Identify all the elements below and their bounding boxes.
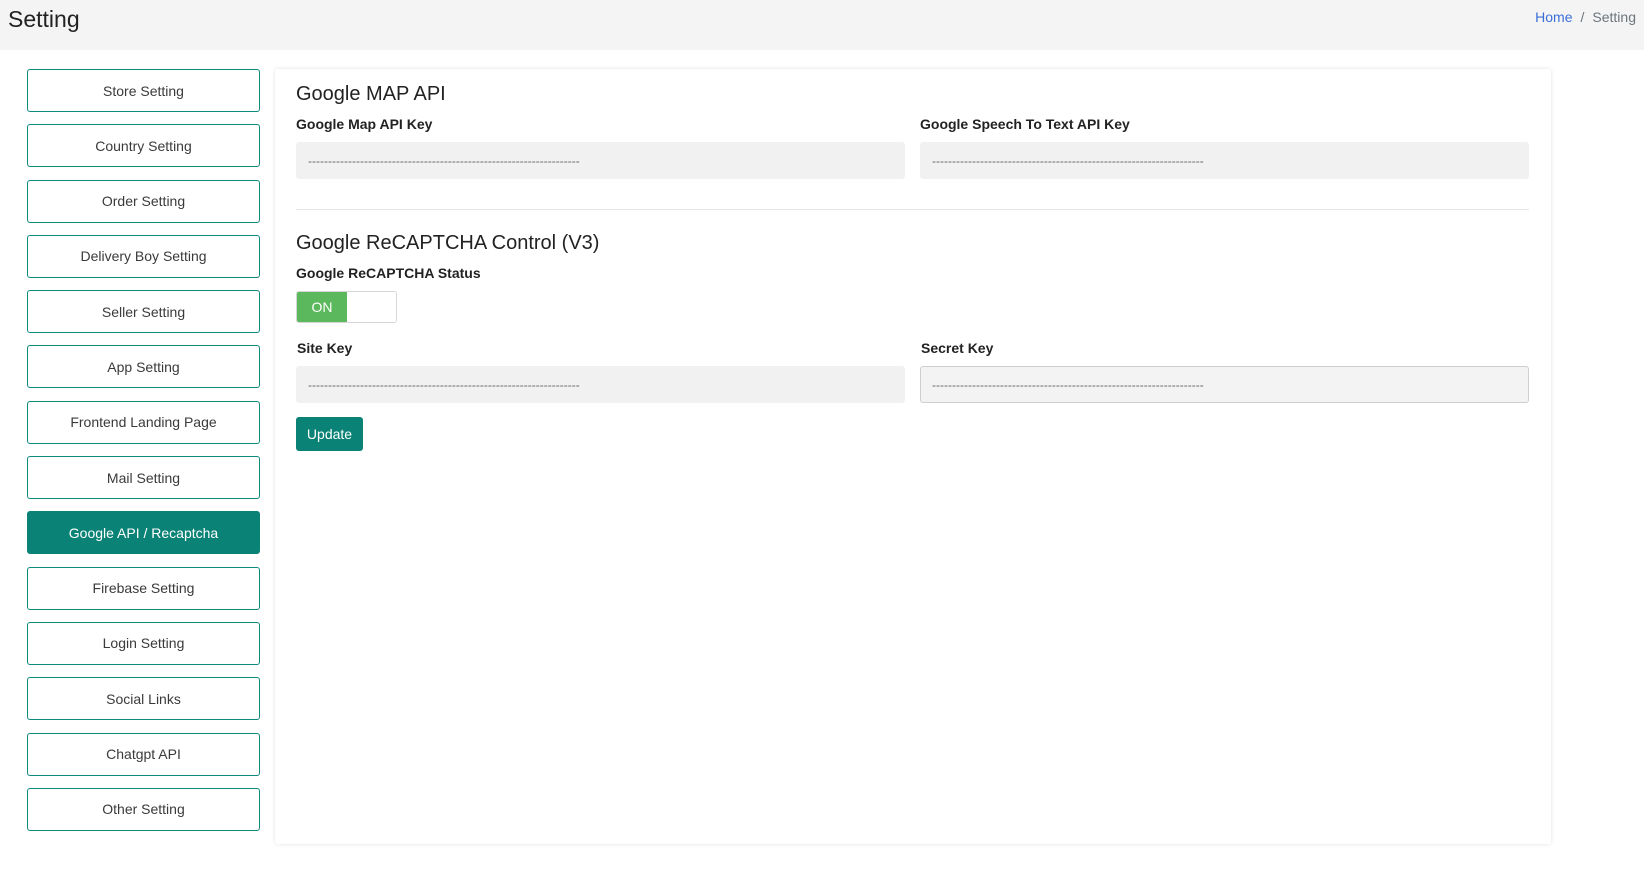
section-divider — [296, 209, 1529, 210]
sidebar-item-label: Social Links — [106, 690, 181, 707]
page-title: Setting — [8, 6, 80, 32]
sidebar-item-mail-setting[interactable]: Mail Setting — [27, 456, 260, 500]
sidebar-item-frontend-landing-page[interactable]: Frontend Landing Page — [27, 400, 260, 444]
settings-card: Google MAP API Google Map API Key Google… — [275, 69, 1551, 844]
sidebar-item-label: App Setting — [107, 358, 180, 375]
secret-key-label: Secret Key — [921, 340, 994, 356]
sidebar-item-store-setting[interactable]: Store Setting — [27, 69, 260, 112]
page-header: Setting Home / Setting — [0, 0, 1644, 50]
toggle-on-label: ON — [297, 292, 347, 322]
breadcrumb: Home / Setting — [1535, 9, 1636, 25]
site-key-input[interactable] — [296, 366, 905, 403]
settings-sidebar: Store Setting Country Setting Order Sett… — [27, 69, 260, 843]
breadcrumb-home-link[interactable]: Home — [1535, 9, 1572, 25]
map-key-label: Google Map API Key — [296, 116, 433, 132]
sidebar-item-label: Other Setting — [102, 801, 185, 818]
sidebar-item-label: Google API / Recaptcha — [68, 524, 219, 541]
sidebar-item-label: Country Setting — [95, 137, 192, 154]
sidebar-item-chatgpt-api[interactable]: Chatgpt API — [27, 732, 260, 776]
sidebar-item-delivery-boy-setting[interactable]: Delivery Boy Setting — [27, 234, 260, 278]
sidebar-item-label: Chatgpt API — [106, 746, 181, 763]
recaptcha-status-toggle[interactable]: ON — [296, 291, 397, 323]
sidebar-item-order-setting[interactable]: Order Setting — [27, 179, 260, 223]
secret-key-input[interactable] — [920, 366, 1529, 403]
toggle-knob — [347, 292, 396, 322]
breadcrumb-separator: / — [1580, 9, 1585, 25]
sidebar-item-social-links[interactable]: Social Links — [27, 677, 260, 721]
sidebar-item-login-setting[interactable]: Login Setting — [27, 621, 260, 665]
update-button[interactable]: Update — [296, 417, 363, 451]
sidebar-item-label: Login Setting — [102, 635, 185, 652]
sidebar-item-country-setting[interactable]: Country Setting — [27, 124, 260, 168]
speech-key-input[interactable] — [920, 142, 1529, 179]
sidebar-item-label: Frontend Landing Page — [70, 414, 217, 431]
sidebar-item-label: Store Setting — [103, 82, 184, 99]
site-key-label: Site Key — [297, 340, 353, 356]
sidebar-item-label: Delivery Boy Setting — [80, 248, 207, 265]
recaptcha-section-title: Google ReCAPTCHA Control (V3) — [296, 232, 600, 254]
sidebar-item-google-api-recaptcha[interactable]: Google API / Recaptcha — [27, 511, 260, 555]
breadcrumb-current: Setting — [1592, 9, 1636, 25]
map-section-title: Google MAP API — [296, 83, 446, 105]
recaptcha-status-label: Google ReCAPTCHA Status — [296, 265, 481, 281]
sidebar-item-label: Seller Setting — [101, 303, 186, 320]
sidebar-item-label: Mail Setting — [106, 469, 181, 486]
sidebar-item-seller-setting[interactable]: Seller Setting — [27, 290, 260, 334]
main-content: Store Setting Country Setting Order Sett… — [0, 50, 1644, 889]
sidebar-item-other-setting[interactable]: Other Setting — [27, 787, 260, 831]
sidebar-item-label: Firebase Setting — [92, 580, 195, 597]
sidebar-item-label: Order Setting — [101, 193, 186, 210]
speech-key-label: Google Speech To Text API Key — [920, 116, 1130, 132]
sidebar-item-app-setting[interactable]: App Setting — [27, 345, 260, 389]
map-key-input[interactable] — [296, 142, 905, 179]
sidebar-item-firebase-setting[interactable]: Firebase Setting — [27, 566, 260, 610]
